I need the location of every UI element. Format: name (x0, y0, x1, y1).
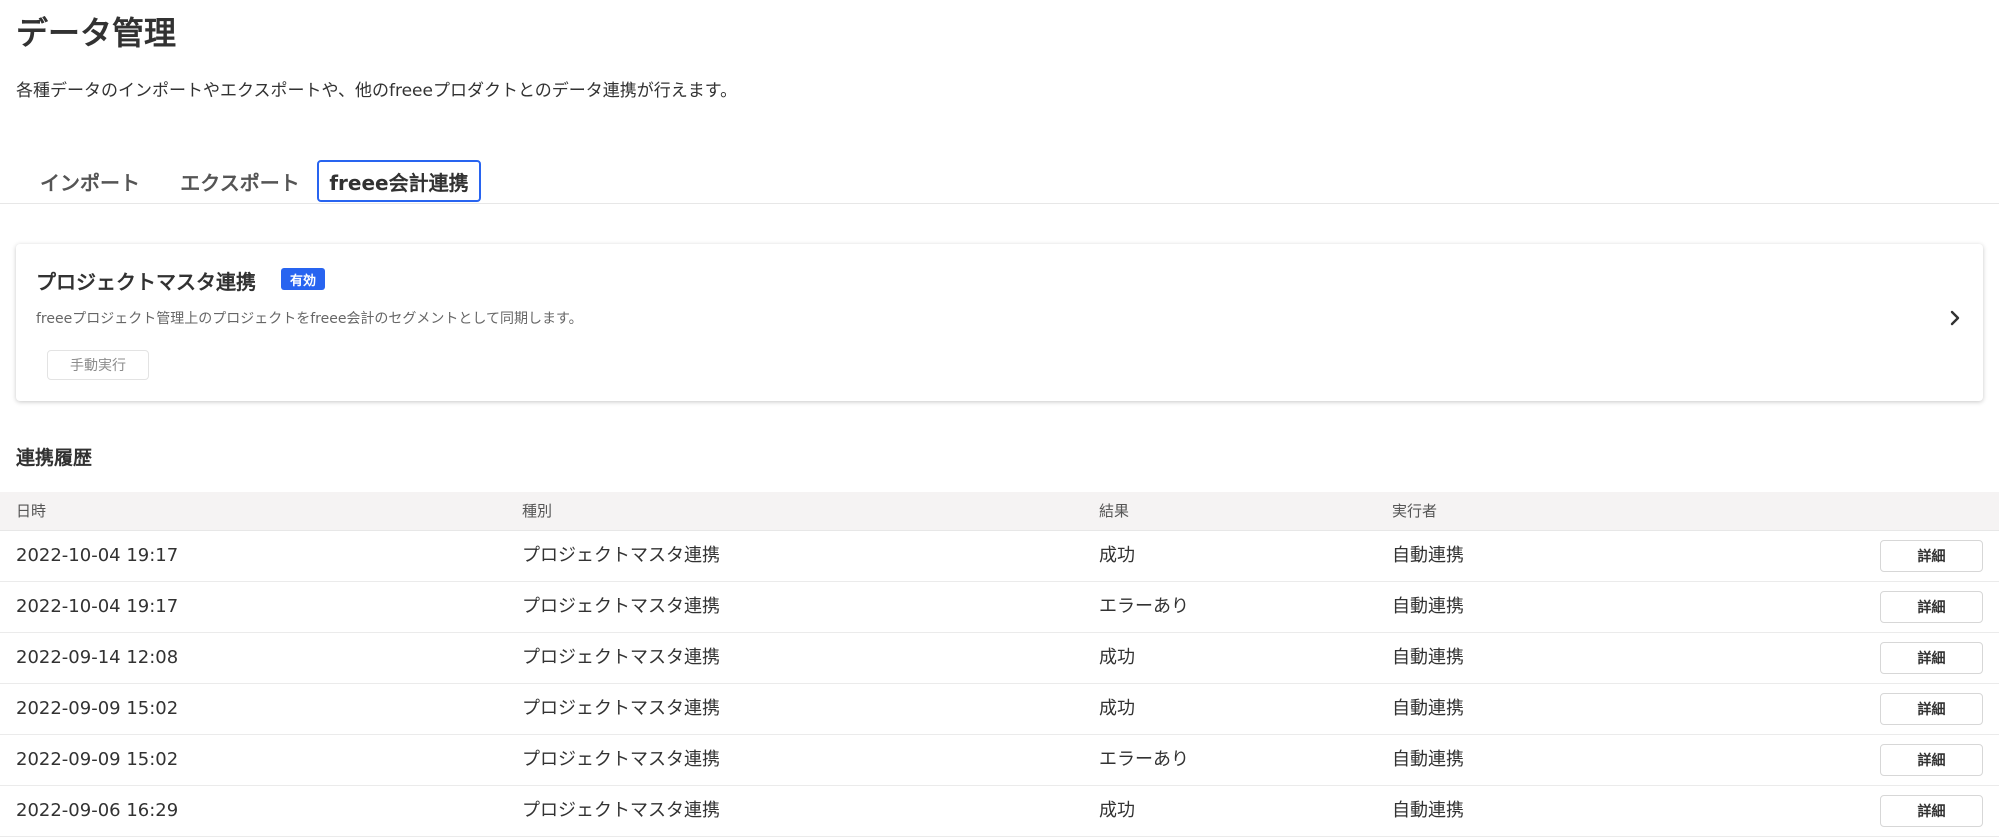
cell-datetime: 2022-10-04 19:17 (16, 596, 179, 617)
tab-export[interactable]: エクスポート (170, 160, 310, 202)
table-row: 2022-09-09 15:02 プロジェクトマスタ連携 エラーあり 自動連携 … (0, 735, 1999, 786)
cell-type: プロジェクトマスタ連携 (522, 800, 720, 821)
cell-executor: 自動連携 (1392, 800, 1464, 821)
cell-type: プロジェクトマスタ連携 (522, 647, 720, 668)
detail-button[interactable]: 詳細 (1880, 642, 1983, 674)
column-header-result: 結果 (1099, 502, 1130, 520)
cell-executor: 自動連携 (1392, 749, 1464, 770)
cell-datetime: 2022-10-04 19:17 (16, 545, 179, 566)
cell-result: エラーあり (1099, 749, 1189, 770)
cell-datetime: 2022-09-09 15:02 (16, 698, 179, 719)
column-header-type: 種別 (522, 502, 553, 520)
cell-type: プロジェクトマスタ連携 (522, 698, 720, 719)
table-row: 2022-10-04 19:17 プロジェクトマスタ連携 成功 自動連携 詳細 (0, 531, 1999, 582)
cell-result: 成功 (1099, 698, 1135, 719)
card-description: freeeプロジェクト管理上のプロジェクトをfreee会計のセグメントとして同期… (36, 311, 583, 327)
cell-result: 成功 (1099, 647, 1135, 668)
detail-button[interactable]: 詳細 (1880, 744, 1983, 776)
table-row: 2022-09-09 15:02 プロジェクトマスタ連携 成功 自動連携 詳細 (0, 684, 1999, 735)
cell-datetime: 2022-09-06 16:29 (16, 800, 179, 821)
card-title: プロジェクトマスタ連携 (36, 270, 256, 294)
cell-executor: 自動連携 (1392, 698, 1464, 719)
cell-result: 成功 (1099, 800, 1135, 821)
cell-executor: 自動連携 (1392, 647, 1464, 668)
detail-button[interactable]: 詳細 (1880, 540, 1983, 572)
table-row: 2022-09-14 12:08 プロジェクトマスタ連携 成功 自動連携 詳細 (0, 633, 1999, 684)
project-master-sync-card[interactable]: プロジェクトマスタ連携 有効 freeeプロジェクト管理上のプロジェクトをfre… (16, 244, 1983, 401)
chevron-right-icon[interactable] (1943, 306, 1967, 330)
cell-type: プロジェクトマスタ連携 (522, 545, 720, 566)
status-badge: 有効 (281, 268, 326, 290)
detail-button[interactable]: 詳細 (1880, 693, 1983, 725)
tab-bar: インポート エクスポート freee会計連携 (0, 160, 1999, 204)
tab-import[interactable]: インポート (24, 160, 156, 202)
cell-result: 成功 (1099, 545, 1135, 566)
tab-freee-accounting[interactable]: freee会計連携 (317, 160, 481, 202)
cell-datetime: 2022-09-09 15:02 (16, 749, 179, 770)
page-title: データ管理 (16, 14, 177, 52)
detail-button[interactable]: 詳細 (1880, 591, 1983, 623)
table-header: 日時 種別 結果 実行者 (0, 492, 1999, 531)
history-title: 連携履歴 (16, 447, 93, 469)
cell-datetime: 2022-09-14 12:08 (16, 647, 179, 668)
table-row: 2022-09-06 16:29 プロジェクトマスタ連携 成功 自動連携 詳細 (0, 786, 1999, 837)
manual-run-button[interactable]: 手動実行 (47, 350, 149, 380)
cell-type: プロジェクトマスタ連携 (522, 749, 720, 770)
cell-result: エラーあり (1099, 596, 1189, 617)
cell-executor: 自動連携 (1392, 545, 1464, 566)
column-header-datetime: 日時 (16, 502, 47, 520)
history-table: 日時 種別 結果 実行者 2022-10-04 19:17 プロジェクトマスタ連… (0, 492, 1999, 837)
detail-button[interactable]: 詳細 (1880, 795, 1983, 827)
table-row: 2022-10-04 19:17 プロジェクトマスタ連携 エラーあり 自動連携 … (0, 582, 1999, 633)
cell-type: プロジェクトマスタ連携 (522, 596, 720, 617)
column-header-executor: 実行者 (1392, 502, 1438, 520)
page-description: 各種データのインポートやエクスポートや、他のfreeeプロダクトとのデータ連携が… (16, 81, 738, 101)
cell-executor: 自動連携 (1392, 596, 1464, 617)
